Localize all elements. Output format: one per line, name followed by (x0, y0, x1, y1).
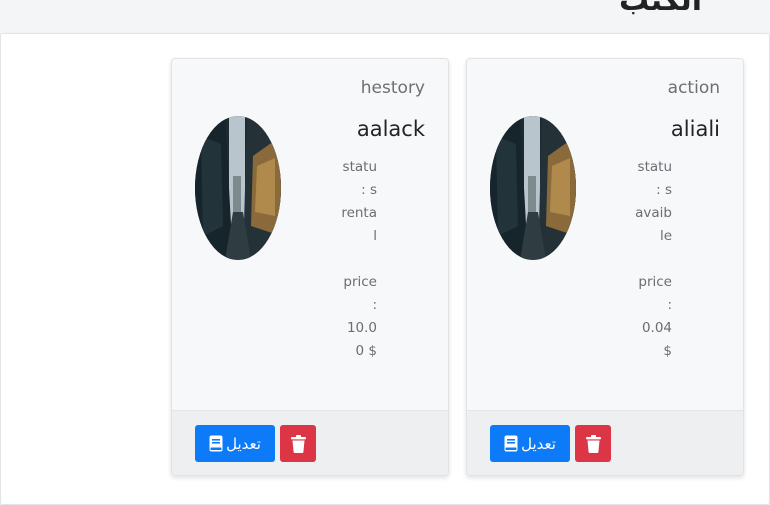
book-card: action aliali status : avaible price : 0… (466, 58, 744, 476)
delete-button[interactable] (575, 425, 611, 462)
card-footer: تعديل (467, 410, 743, 475)
book-card: hestory aalack status : rental price : 1… (171, 58, 449, 476)
edit-button-label: تعديل (226, 434, 261, 453)
book-cover-image (195, 116, 281, 260)
delete-button[interactable] (280, 425, 316, 462)
trash-icon (585, 434, 601, 453)
edit-button[interactable]: تعديل (195, 425, 275, 462)
book-cover-image (490, 116, 576, 260)
book-icon (504, 435, 518, 452)
card-category: action (667, 78, 720, 98)
edit-button-label: تعديل (521, 434, 556, 453)
card-title: aliali (670, 117, 720, 141)
price-label: price : (638, 274, 672, 313)
card-footer: تعديل (172, 410, 448, 475)
price-value: 0.04$ (641, 320, 672, 359)
page-title: الكتب (619, 0, 702, 18)
edit-button[interactable]: تعديل (490, 425, 570, 462)
price-label: price : (343, 274, 377, 313)
card-info: status : avaible price : 0.04$ (634, 156, 672, 363)
status-value: rental (341, 205, 377, 244)
card-info: status : rental price : 10.0$ 0 (339, 156, 377, 363)
book-icon (209, 435, 223, 452)
price-value: 10.0$ 0 (346, 320, 377, 359)
card-category: hestory (360, 78, 425, 98)
status-label: status : (342, 159, 377, 198)
trash-icon (290, 434, 306, 453)
card-title: aalack (356, 117, 425, 141)
status-value: avaible (635, 205, 672, 244)
status-label: status : (637, 159, 672, 198)
